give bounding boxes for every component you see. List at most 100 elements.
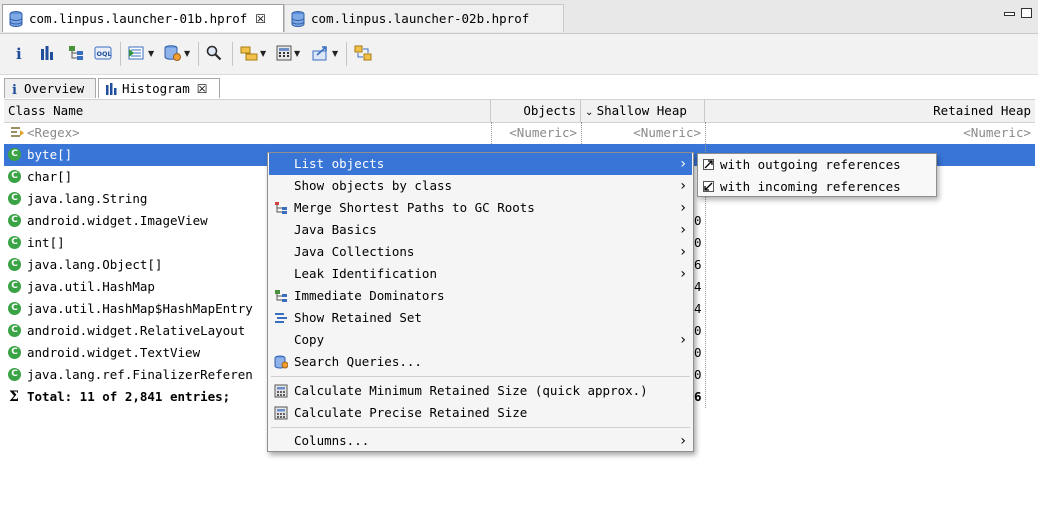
calculate-retained-button[interactable]: ▼ [276,42,300,64]
dropdown-caret-icon[interactable]: ▼ [294,49,300,58]
menu-item-leak-identification[interactable]: Leak Identification › [269,263,692,285]
shallow-heap-value: 0 [694,235,702,250]
class-icon: C [8,280,21,293]
menu-item-java-collections[interactable]: Java Collections › [269,241,692,263]
column-label: Objects [523,103,576,118]
class-icon: C [8,236,21,249]
oql-button[interactable]: OQL [94,42,112,64]
submenu-arrow-icon: › [680,156,686,172]
class-icon: C [8,302,21,315]
dropdown-caret-icon[interactable]: ▼ [148,49,154,58]
retained-set-icon [275,313,287,323]
filter-row: <Regex> <Numeric> <Numeric> <Numeric> [4,122,1035,144]
shallow-heap-filter-input[interactable]: <Numeric> [581,122,705,144]
menu-item-label: Show objects by class [294,178,453,193]
column-header-shallow-heap[interactable]: ⌄ Shallow Heap [581,100,705,122]
histogram-button[interactable] [40,42,54,64]
menu-item-show-objects-by-class[interactable]: Show objects by class › [269,175,692,197]
menu-item-columns[interactable]: Columns... › [269,430,692,452]
menu-item-merge-shortest-paths[interactable]: Merge Shortest Paths to GC Roots › [269,197,692,219]
toolbar: i OQL ▼ ▼ ▼ ▼ ▼ [0,34,1038,75]
tab-overview[interactable]: i Overview [4,78,96,98]
class-name: java.util.HashMap$HashMapEntry [27,301,253,316]
dropdown-caret-icon[interactable]: ▼ [184,49,190,58]
outgoing-references-icon [703,159,714,170]
submenu-arrow-icon: › [680,433,686,449]
report-icon [128,46,144,60]
menu-item-java-basics[interactable]: Java Basics › [269,219,692,241]
submenu-arrow-icon: › [680,266,686,282]
minimize-icon[interactable] [1004,12,1015,16]
merge-paths-icon [275,202,287,214]
menu-item-with-incoming-references[interactable]: with incoming references [699,176,935,198]
class-name: java.lang.String [27,191,148,206]
menu-item-show-retained-set[interactable]: Show Retained Set [269,307,692,329]
calculator-icon [276,45,292,61]
class-icon: C [8,214,21,227]
query-browser-button[interactable]: ▼ [164,42,190,64]
class-icon: C [8,258,21,271]
info-icon: i [16,45,22,61]
menu-item-label: Show Retained Set [294,310,422,325]
total-shallow-value: 6 [694,389,702,404]
heap-dump-icon [291,10,305,27]
menu-item-label: Copy [294,332,325,347]
context-menu: List objects › Show objects by class › Mer… [267,152,694,452]
submenu-arrow-icon: › [680,200,686,216]
menu-item-calculate-precise-retained-size[interactable]: Calculate Precise Retained Size [269,402,692,424]
shallow-heap-value: 4 [694,279,702,294]
maximize-icon[interactable] [1021,8,1032,18]
shallow-heap-value: 0 [694,345,702,360]
compare-button[interactable] [354,42,372,64]
calculator-icon [274,384,288,398]
submenu-arrow-icon: › [680,332,686,348]
class-name: char[] [27,169,73,184]
sum-icon: Σ [9,389,19,405]
dropdown-caret-icon[interactable]: ▼ [260,49,266,58]
class-name: android.widget.RelativeLayout [27,323,246,338]
menu-item-immediate-dominators[interactable]: Immediate Dominators [269,285,692,307]
menu-item-calculate-minimum-retained-size[interactable]: Calculate Minimum Retained Size (quick a… [269,380,692,402]
toolbar-separator [232,42,233,66]
menu-item-label: Calculate Minimum Retained Size (quick a… [294,383,648,398]
close-tab-icon[interactable]: ☒ [255,12,266,26]
column-header-class-name[interactable]: Class Name [4,100,491,122]
group-by-button[interactable]: ▼ [240,42,266,64]
column-header-retained-heap[interactable]: Retained Heap [705,100,1035,122]
editor-tab-heap-dump-02b[interactable]: com.linpus.launcher-02b.hprof [284,4,564,32]
menu-item-label: Leak Identification [294,266,437,281]
objects-filter-input[interactable]: <Numeric> [491,122,581,144]
menu-item-label: Java Basics [294,222,377,237]
shallow-heap-value: 6 [694,257,702,272]
table-header: Class Name Objects ⌄ Shallow Heap Retain… [4,99,1035,123]
class-icon: C [8,192,21,205]
shallow-heap-value: 0 [694,367,702,382]
close-tab-icon[interactable]: ☒ [197,82,208,96]
class-icon: C [8,148,21,161]
toolbar-separator [120,42,121,66]
toolbar-separator [346,42,347,66]
run-report-button[interactable]: ▼ [128,42,154,64]
column-header-objects[interactable]: Objects [491,100,581,122]
toolbar-separator [198,42,199,66]
menu-item-label: List objects [294,156,385,171]
retained-heap-filter-input[interactable]: <Numeric> [705,122,1035,144]
submenu-arrow-icon: › [680,244,686,260]
menu-item-label: with outgoing references [720,157,901,172]
shallow-heap-value: 0 [694,213,702,228]
overview-button[interactable]: i [12,42,26,64]
menu-item-copy[interactable]: Copy › [269,329,692,351]
export-button[interactable]: ▼ [312,42,338,64]
svg-text:i: i [12,83,17,95]
find-object-button[interactable] [206,42,222,64]
menu-item-with-outgoing-references[interactable]: with outgoing references [699,154,935,176]
menu-item-search-queries[interactable]: Search Queries... [269,351,692,373]
class-name-filter-input[interactable]: <Regex> [23,122,84,144]
editor-tab-heap-dump-01b[interactable]: com.linpus.launcher-01b.hprof ☒ [2,4,284,32]
dominator-tree-icon [275,290,287,302]
dominator-tree-button[interactable] [68,42,84,64]
dropdown-caret-icon[interactable]: ▼ [332,49,338,58]
tab-histogram[interactable]: Histogram ☒ [98,78,220,98]
menu-item-list-objects[interactable]: List objects › [269,153,692,175]
dominator-tree-icon [69,46,83,60]
